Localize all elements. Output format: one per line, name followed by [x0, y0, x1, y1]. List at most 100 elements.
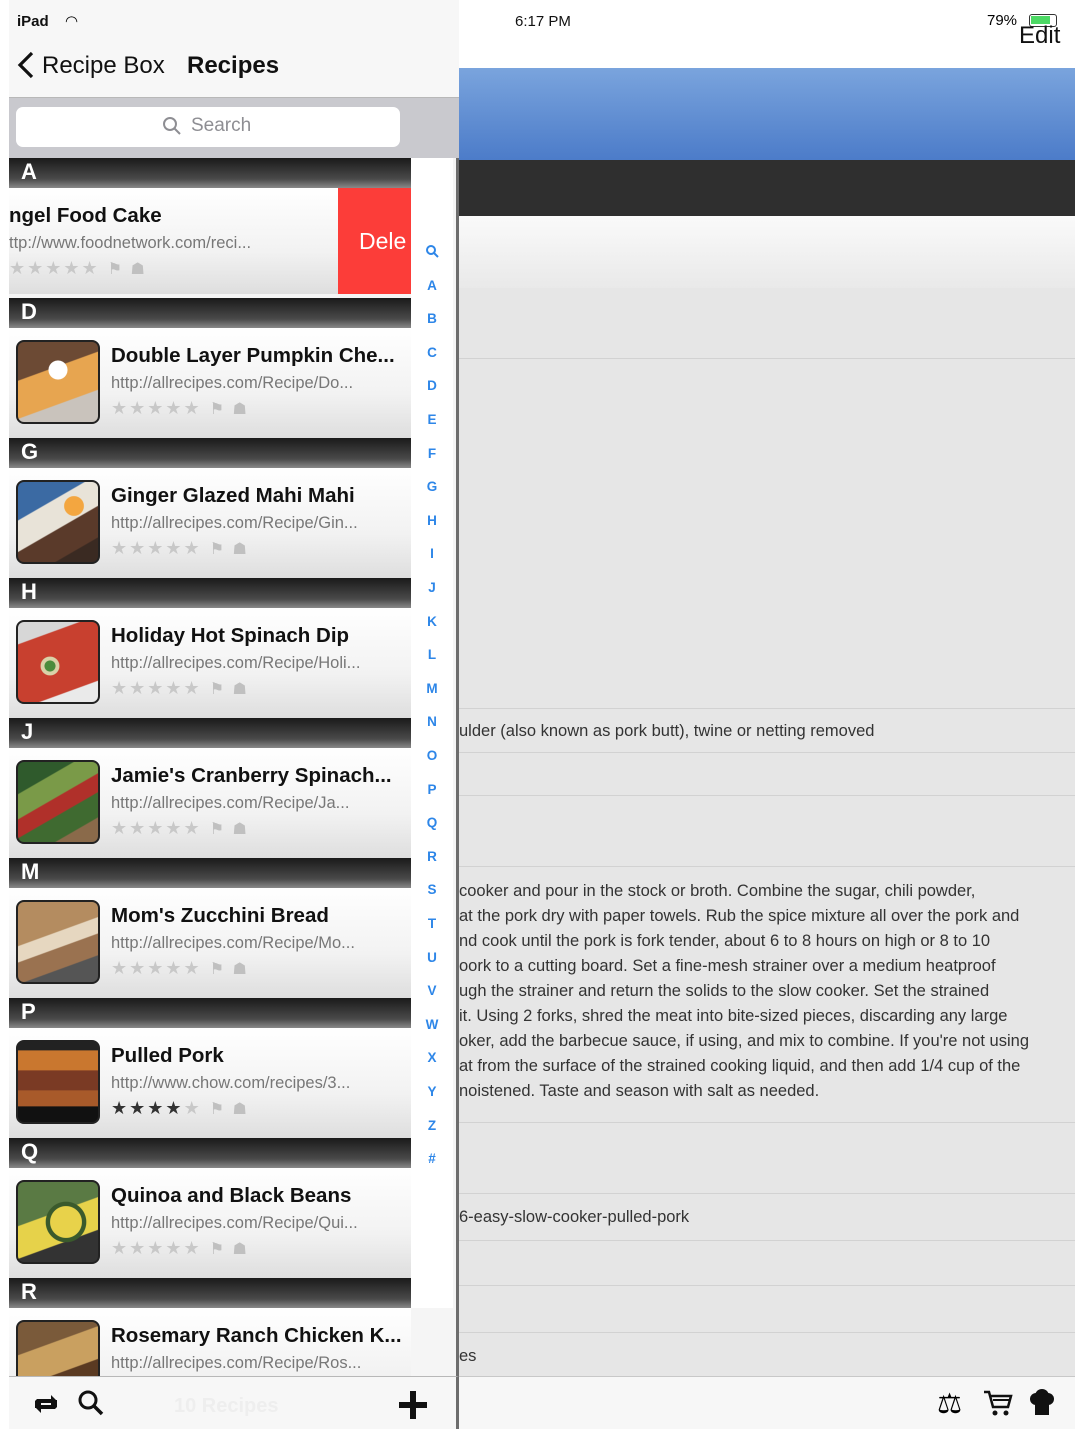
index-letter-i[interactable]: I	[411, 546, 453, 561]
section-index[interactable]: A B C D E F G H I J K L M N O P Q R S T U V W X Y Z #	[411, 158, 453, 1308]
index-letter-m[interactable]: M	[411, 681, 453, 696]
recipe-thumbnail	[16, 1320, 100, 1376]
recipe-thumbnail	[16, 1040, 100, 1124]
section-header-j: J	[9, 718, 411, 748]
recipe-url: http://www.chow.com/recipes/3...	[111, 1074, 351, 1092]
recipe-thumbnail	[16, 1180, 100, 1264]
index-letter-b[interactable]: B	[411, 311, 453, 326]
recipe-url: http://allrecipes.com/Recipe/Ja...	[111, 794, 350, 812]
index-letter-k[interactable]: K	[411, 614, 453, 629]
recipe-title: Holiday Hot Spinach Dip	[111, 624, 350, 647]
rating-stars: ★★★★★ ⚑ ☗	[111, 678, 249, 698]
recipe-count: 10 Recipes	[174, 1395, 279, 1417]
index-letter-t[interactable]: T	[411, 916, 453, 931]
sync-icon[interactable]	[31, 1391, 61, 1417]
index-letter-g[interactable]: G	[411, 479, 453, 494]
add-icon[interactable]	[399, 1391, 427, 1419]
index-letter-n[interactable]: N	[411, 714, 453, 729]
direction-line: cooker and pour in the stock or broth. C…	[459, 882, 976, 900]
index-letter-d[interactable]: D	[411, 378, 453, 393]
index-letter-x[interactable]: X	[411, 1050, 453, 1065]
recipe-list: Angel Food Cake ttp://www.foodnetwork.com…	[0, 0, 459, 1376]
section-header-m: M	[9, 858, 411, 888]
index-letter-z[interactable]: Z	[411, 1118, 453, 1133]
source-url[interactable]: 6-easy-slow-cooker-pulled-pork	[459, 1208, 689, 1227]
section-header-d: D	[9, 298, 411, 328]
delete-button[interactable]: Dele	[338, 188, 411, 294]
index-letter-r[interactable]: R	[411, 849, 453, 864]
index-letter-h[interactable]: H	[411, 513, 453, 528]
recipe-url: http://allrecipes.com/Recipe/Holi...	[111, 654, 361, 672]
search-icon[interactable]	[77, 1389, 105, 1417]
index-letter-p[interactable]: P	[411, 782, 453, 797]
index-letter-f[interactable]: F	[411, 446, 453, 461]
recipe-row[interactable]: Rosemary Ranch Chicken K... http://allrec…	[9, 1308, 411, 1376]
rating-stars: ★★★★★ ⚑ ☗	[111, 1238, 249, 1258]
recipe-thumbnail	[16, 340, 100, 424]
direction-line: at from the surface of the strained cook…	[459, 1057, 1021, 1075]
rating-stars: ★★★★★ ⚑ ☗	[111, 538, 249, 558]
edit-button[interactable]: Edit	[1019, 22, 1060, 50]
recipe-title: Quinoa and Black Beans	[111, 1184, 352, 1207]
index-letter-w[interactable]: W	[411, 1017, 453, 1032]
recipe-url: http://allrecipes.com/Recipe/Mo...	[111, 934, 355, 952]
recipe-row[interactable]: ngel Food Cake ttp://www.foodnetwork.com/…	[9, 188, 411, 294]
recipe-row[interactable]: Double Layer Pumpkin Che... http://allrec…	[9, 328, 411, 438]
index-letter-a[interactable]: A	[411, 278, 453, 293]
shopping-cart-icon[interactable]	[983, 1389, 1013, 1416]
recipe-row[interactable]: Pulled Pork http://www.chow.com/recipes/3…	[9, 1028, 411, 1138]
recipe-info-band	[459, 216, 1075, 288]
recipe-row[interactable]: Quinoa and Black Beans http://allrecipes.…	[9, 1168, 411, 1278]
direction-line: it. Using 2 forks, shred the meat into b…	[459, 1007, 1008, 1025]
detail-header	[459, 0, 1075, 68]
direction-line: oker, add the barbecue sauce, if using, …	[459, 1032, 1029, 1050]
recipe-row[interactable]: Mom's Zucchini Bread http://allrecipes.co…	[9, 888, 411, 998]
index-letter-v[interactable]: V	[411, 983, 453, 998]
recipe-url: http://allrecipes.com/Recipe/Ros...	[111, 1354, 362, 1372]
rating-stars: ★★★★★ ⚑ ☗	[111, 398, 249, 418]
section-header-p: P	[9, 998, 411, 1028]
recipe-title: Jamie's Cranberry Spinach...	[111, 764, 392, 787]
detail-toolbar: ⚖	[459, 1376, 1075, 1429]
index-letter-e[interactable]: E	[411, 412, 453, 427]
recipe-header-image	[459, 68, 1075, 164]
recipe-url: http://allrecipes.com/Recipe/Qui...	[111, 1214, 358, 1232]
detail-last-line: es	[459, 1347, 477, 1365]
rating-stars: ★★★★★ ⚑ ☗	[111, 1098, 249, 1118]
index-letter-j[interactable]: J	[411, 580, 453, 595]
recipe-row[interactable]: Jamie's Cranberry Spinach... http://allre…	[9, 748, 411, 858]
direction-line: nd cook until the pork is fork tender, a…	[459, 932, 991, 950]
recipe-row[interactable]: Holiday Hot Spinach Dip http://allrecipes…	[9, 608, 411, 718]
section-header-a: A	[9, 158, 411, 188]
index-letter-l[interactable]: L	[411, 647, 453, 662]
recipe-url: http://allrecipes.com/Recipe/Do...	[111, 374, 354, 392]
recipe-url: ttp://www.foodnetwork.com/reci...	[9, 234, 252, 252]
index-letter-hash[interactable]: #	[411, 1151, 453, 1166]
section-header-g: G	[9, 438, 411, 468]
recipe-thumbnail	[16, 620, 100, 704]
section-header-q: Q	[9, 1138, 411, 1168]
recipe-thumbnail	[16, 760, 100, 844]
index-letter-c[interactable]: C	[411, 345, 453, 360]
recipe-row[interactable]: Ginger Glazed Mahi Mahi http://allrecipes…	[9, 468, 411, 578]
recipe-url: http://allrecipes.com/Recipe/Gin...	[111, 514, 358, 532]
list-toolbar: 10 Recipes	[9, 1376, 459, 1429]
direction-line: oork to a cutting board. Set a fine-mesh…	[459, 957, 996, 975]
index-letter-y[interactable]: Y	[411, 1084, 453, 1099]
index-letter-q[interactable]: Q	[411, 815, 453, 830]
direction-line: at the pork dry with paper towels. Rub t…	[459, 907, 1020, 925]
ingredient-line: ulder (also known as pork butt), twine o…	[459, 722, 875, 740]
scale-icon[interactable]: ⚖	[937, 1387, 962, 1420]
index-search-icon[interactable]	[411, 244, 453, 261]
chef-hat-icon[interactable]	[1029, 1389, 1055, 1417]
index-letter-u[interactable]: U	[411, 950, 453, 965]
recipe-title: Mom's Zucchini Bread	[111, 904, 329, 927]
status-battery-text: 79%	[987, 12, 1018, 29]
recipe-thumbnail	[16, 480, 100, 564]
recipe-title: Ginger Glazed Mahi Mahi	[111, 484, 355, 507]
recipe-title-bar	[459, 160, 1075, 216]
index-letter-s[interactable]: S	[411, 882, 453, 897]
index-letter-o[interactable]: O	[411, 748, 453, 763]
rating-stars: ★★★★★ ⚑ ☗	[111, 818, 249, 838]
recipe-title: Rosemary Ranch Chicken K...	[111, 1324, 402, 1347]
